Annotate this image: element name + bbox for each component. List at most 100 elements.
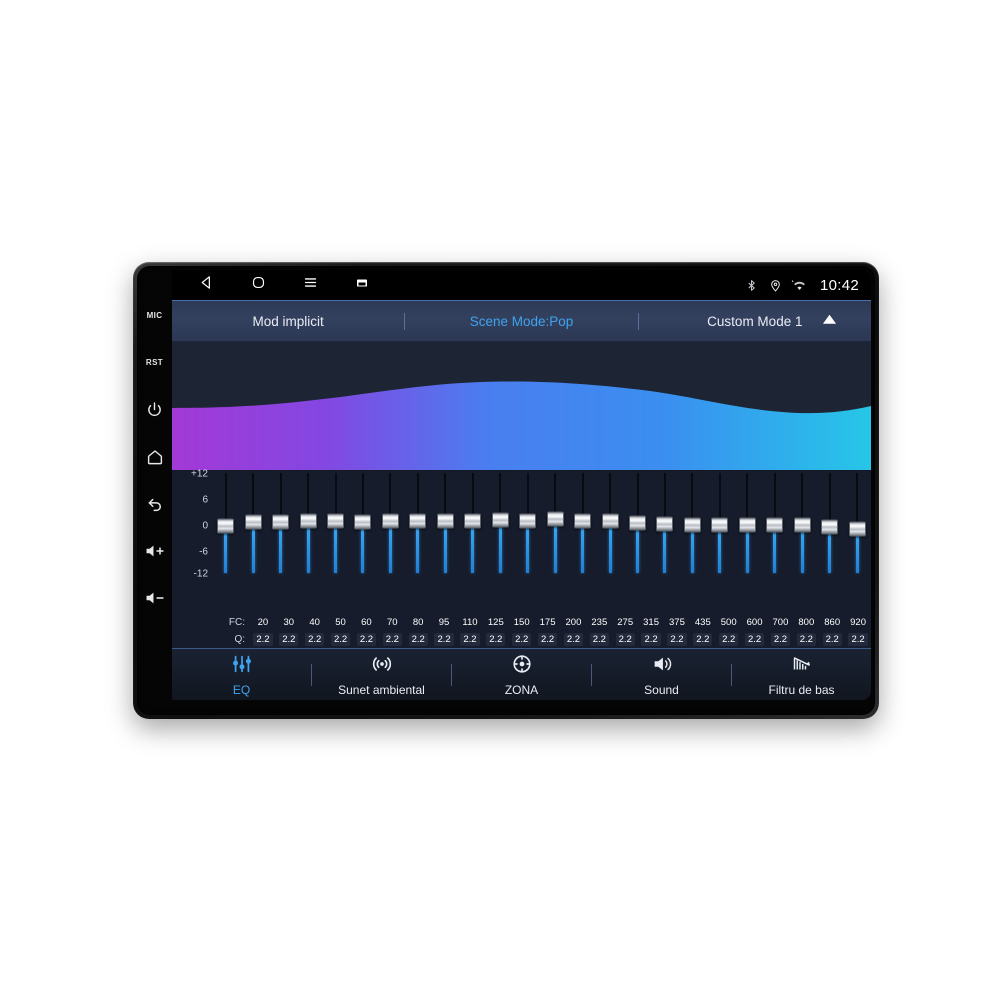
q-value-cell[interactable]: 2.2 <box>328 633 354 646</box>
eq-band-slider[interactable] <box>514 471 541 575</box>
slider-thumb[interactable] <box>738 517 756 533</box>
slider-thumb[interactable] <box>793 517 811 533</box>
q-value-cell[interactable]: 2.2 <box>638 633 664 646</box>
slider-thumb[interactable] <box>464 513 482 529</box>
eq-band[interactable] <box>322 471 349 614</box>
eq-band-slider[interactable] <box>651 471 678 575</box>
slider-thumb[interactable] <box>574 513 592 529</box>
slider-thumb[interactable] <box>519 513 537 529</box>
fc-value[interactable]: 275 <box>612 617 638 628</box>
q-value-cell[interactable]: 2.2 <box>612 633 638 646</box>
eq-band-slider[interactable] <box>706 471 733 575</box>
slider-thumb[interactable] <box>656 516 674 532</box>
eq-band-slider[interactable] <box>843 471 870 575</box>
eq-band-slider[interactable] <box>294 471 321 575</box>
eq-band[interactable] <box>679 471 706 614</box>
fc-value[interactable]: 80 <box>405 617 431 628</box>
volume-down-button[interactable] <box>137 574 172 621</box>
fc-value[interactable]: 235 <box>586 617 612 628</box>
fc-value[interactable]: 125 <box>483 617 509 628</box>
slider-thumb[interactable] <box>629 515 647 531</box>
eq-band-slider[interactable] <box>432 471 459 575</box>
q-value-cell[interactable]: 2.2 <box>690 633 716 646</box>
q-value-cell[interactable]: 2.2 <box>431 633 457 646</box>
q-value-cell[interactable]: 2.2 <box>561 633 587 646</box>
eq-band[interactable] <box>514 471 541 614</box>
eq-band-slider[interactable] <box>789 471 816 575</box>
mode-default[interactable]: Mod implicit <box>172 314 404 329</box>
fc-value[interactable]: 920 <box>845 617 871 628</box>
nav-item-sound[interactable]: Sound <box>592 649 731 700</box>
eq-band[interactable] <box>404 471 431 614</box>
eq-band[interactable] <box>734 471 761 614</box>
fc-value[interactable]: 435 <box>690 617 716 628</box>
q-value-cell[interactable]: 2.2 <box>664 633 690 646</box>
slider-thumb[interactable] <box>491 512 509 528</box>
eq-band[interactable] <box>596 471 623 614</box>
chevron-up-icon[interactable] <box>822 312 837 330</box>
slider-thumb[interactable] <box>381 513 399 529</box>
eq-band[interactable] <box>432 471 459 614</box>
q-value-cell[interactable]: 2.2 <box>405 633 431 646</box>
eq-band-slider[interactable] <box>377 471 404 575</box>
eq-band[interactable] <box>267 471 294 614</box>
eq-band[interactable] <box>459 471 486 614</box>
slider-thumb[interactable] <box>601 513 619 529</box>
slider-thumb[interactable] <box>436 513 454 529</box>
eq-band[interactable] <box>843 471 870 614</box>
q-value-cell[interactable]: 2.2 <box>768 633 794 646</box>
q-value-cell[interactable]: 2.2 <box>586 633 612 646</box>
nav-item-filtru-de-bas[interactable]: Filtru de bas <box>732 649 871 700</box>
eq-band[interactable] <box>294 471 321 614</box>
fc-value[interactable]: 600 <box>742 617 768 628</box>
power-button[interactable] <box>137 386 172 433</box>
fc-value[interactable]: 700 <box>768 617 794 628</box>
q-value-cell[interactable]: 2.2 <box>509 633 535 646</box>
reset-button[interactable]: RST <box>137 339 172 386</box>
eq-band[interactable] <box>624 471 651 614</box>
slider-thumb[interactable] <box>244 514 262 530</box>
slider-thumb[interactable] <box>848 521 866 537</box>
eq-band-slider[interactable] <box>322 471 349 575</box>
nav-back-button[interactable] <box>180 270 232 300</box>
fc-value[interactable]: 50 <box>328 617 354 628</box>
volume-up-button[interactable] <box>137 527 172 574</box>
eq-band[interactable] <box>349 471 376 614</box>
eq-band[interactable] <box>239 471 266 614</box>
eq-band-slider[interactable] <box>569 471 596 575</box>
eq-band-slider[interactable] <box>679 471 706 575</box>
eq-band-slider[interactable] <box>761 471 788 575</box>
eq-band-slider[interactable] <box>267 471 294 575</box>
eq-band-slider[interactable] <box>459 471 486 575</box>
eq-band[interactable] <box>789 471 816 614</box>
fc-value[interactable]: 40 <box>302 617 328 628</box>
eq-band[interactable] <box>541 471 568 614</box>
eq-band-slider[interactable] <box>349 471 376 575</box>
slider-thumb[interactable] <box>409 513 427 529</box>
slider-thumb[interactable] <box>546 511 564 527</box>
eq-band[interactable] <box>487 471 514 614</box>
slider-thumb[interactable] <box>354 514 372 530</box>
eq-band-slider[interactable] <box>239 471 266 575</box>
fc-value[interactable]: 200 <box>561 617 587 628</box>
eq-band[interactable] <box>761 471 788 614</box>
q-value-cell[interactable]: 2.2 <box>535 633 561 646</box>
fc-value[interactable]: 110 <box>457 617 483 628</box>
q-value-cell[interactable]: 2.2 <box>742 633 768 646</box>
eq-band-slider[interactable] <box>404 471 431 575</box>
fc-value[interactable]: 70 <box>379 617 405 628</box>
slider-thumb[interactable] <box>766 517 784 533</box>
q-value-cell[interactable]: 2.2 <box>793 633 819 646</box>
nav-item-sunet-ambiental[interactable]: Sunet ambiental <box>312 649 451 700</box>
eq-band[interactable] <box>816 471 843 614</box>
fc-value[interactable]: 95 <box>431 617 457 628</box>
slider-thumb[interactable] <box>711 517 729 533</box>
eq-band-slider[interactable] <box>734 471 761 575</box>
eq-band[interactable] <box>212 471 239 614</box>
back-button[interactable] <box>137 480 172 527</box>
q-value-cell[interactable]: 2.2 <box>302 633 328 646</box>
eq-band[interactable] <box>651 471 678 614</box>
eq-band-slider[interactable] <box>624 471 651 575</box>
q-value-cell[interactable]: 2.2 <box>250 633 276 646</box>
eq-band[interactable] <box>569 471 596 614</box>
